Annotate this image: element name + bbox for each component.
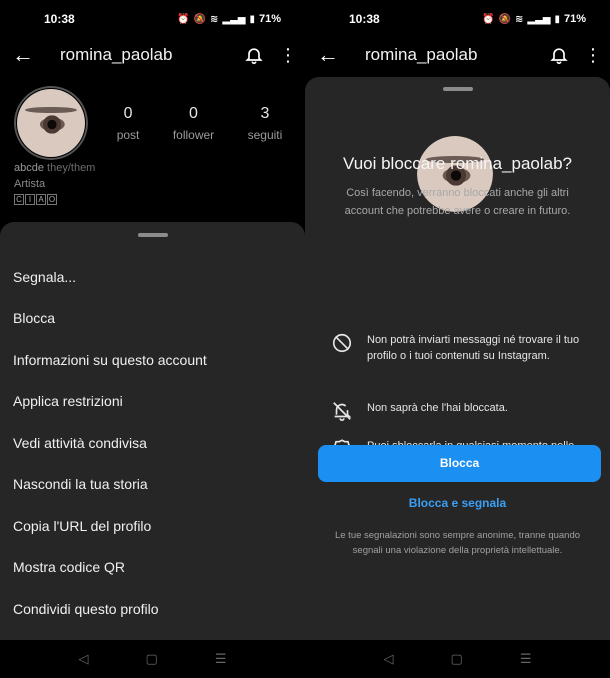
nav-back-icon[interactable]: ◁ [384,651,394,667]
wifi-icon: ≋ [514,13,524,25]
more-options-icon[interactable]: ⋮ [584,45,602,66]
bio-letter: O [47,194,57,205]
bio-boxed-text: C I A O [14,194,95,205]
consequence-item: Non saprà che l'hai bloccata. [331,400,590,422]
sheet-drag-handle[interactable] [137,233,168,237]
anonymity-footnote: Le tue segnalazioni sono sempre anonime,… [334,530,581,556]
options-bottom-sheet: Segnala... Blocca Informazioni su questo… [0,222,305,640]
status-time: 10:38 [44,12,75,26]
profile-stats: 0 post 0 follower 3 seguiti [100,105,299,142]
system-nav-bar: ◁ ▢ ☰ [305,640,610,678]
block-confirm-screen: 10:38 ⏰ 🔕 ≋ ▂▃▅ ▮ 71% ← romina_paolab ⋮ … [305,0,610,678]
mute-icon: 🔕 [193,13,206,25]
battery-level: 71% [563,13,586,25]
bell-off-icon [331,400,353,422]
profile-pronouns: they/them [47,162,96,174]
menu-item-restrict[interactable]: Applica restrizioni [0,381,305,423]
status-time: 10:38 [349,12,380,26]
menu-item-shared-activity[interactable]: Vedi attività condivisa [0,422,305,464]
nav-home-icon[interactable]: ▢ [146,651,158,667]
profile-header: ← romina_paolab ⋮ [0,38,305,72]
stat-number: 0 [189,105,198,122]
profile-category: Artista [14,178,46,190]
nav-back-icon[interactable]: ◁ [79,651,89,667]
signal-icon: ▂▃▅ [222,13,246,25]
menu-item-report[interactable]: Segnala... [0,256,305,298]
alarm-icon: ⏰ [482,13,495,25]
bio-letter: C [14,194,24,205]
stat-posts[interactable]: 0 post [117,105,140,142]
menu-item-block[interactable]: Blocca [0,298,305,340]
consequence-item: Non potrà inviarti messaggi né trovare i… [331,332,590,364]
menu-item-qr-code[interactable]: Mostra codice QR [0,547,305,589]
stat-label: follower [172,128,215,142]
bell-icon[interactable] [546,42,572,68]
profile-name: abcde [14,162,44,174]
profile-header: ← romina_paolab ⋮ [305,38,610,72]
menu-item-account-info[interactable]: Informazioni su questo account [0,339,305,381]
battery-level: 71% [258,13,281,25]
stat-number: 0 [123,105,133,122]
sheet-drag-handle[interactable] [442,87,473,91]
signal-icon: ▂▃▅ [527,13,551,25]
block-button[interactable]: Blocca [318,445,601,482]
stat-followers[interactable]: 0 follower [173,105,214,142]
consequence-text: Non potrà inviarti messaggi né trovare i… [367,334,580,362]
avatar[interactable] [14,86,88,160]
status-bar: 10:38 ⏰ 🔕 ≋ ▂▃▅ ▮ 71% [305,0,610,38]
consequence-text: Non saprà che l'hai bloccata. [367,402,508,414]
profile-username: romina_paolab [60,45,173,64]
nav-home-icon[interactable]: ▢ [451,651,463,667]
nav-recents-icon[interactable]: ☰ [520,651,532,667]
system-nav-bar: ◁ ▢ ☰ [0,640,305,678]
nav-recents-icon[interactable]: ☰ [215,651,227,667]
battery-icon: ▮ [249,13,255,25]
mute-icon: 🔕 [498,13,511,25]
stat-following[interactable]: 3 seguiti [248,105,283,142]
bio-letter: A [36,194,46,205]
bio-letter: I [25,194,35,205]
block-and-report-button[interactable]: Blocca e segnala [305,496,610,510]
no-message-icon [331,332,353,354]
status-bar: 10:38 ⏰ 🔕 ≋ ▂▃▅ ▮ 71% [0,0,305,38]
back-arrow-icon[interactable]: ← [317,42,351,68]
stat-number: 3 [260,105,270,122]
battery-icon: ▮ [554,13,560,25]
profile-screen: 10:38 ⏰ 🔕 ≋ ▂▃▅ ▮ 71% ← romina_paolab ⋮ … [0,0,305,678]
profile-username: romina_paolab [365,45,478,64]
menu-item-hide-story[interactable]: Nascondi la tua storia [0,464,305,506]
back-arrow-icon[interactable]: ← [12,42,46,68]
profile-bio: abcde they/them Artista C I A O [14,160,95,205]
dialog-subtitle: Così facendo, verranno bloccati anche gl… [344,187,571,217]
more-options-icon[interactable]: ⋮ [279,45,297,66]
alarm-icon: ⏰ [177,13,190,25]
options-menu: Segnala... Blocca Informazioni su questo… [0,256,305,630]
menu-item-share-profile[interactable]: Condividi questo profilo [0,588,305,630]
stat-label: post [116,128,140,142]
stat-label: seguiti [247,128,283,142]
wifi-icon: ≋ [209,13,219,25]
menu-item-copy-url[interactable]: Copia l'URL del profilo [0,505,305,547]
dialog-title: Vuoi bloccare romina_paolab? [342,154,573,173]
bell-icon[interactable] [241,42,267,68]
